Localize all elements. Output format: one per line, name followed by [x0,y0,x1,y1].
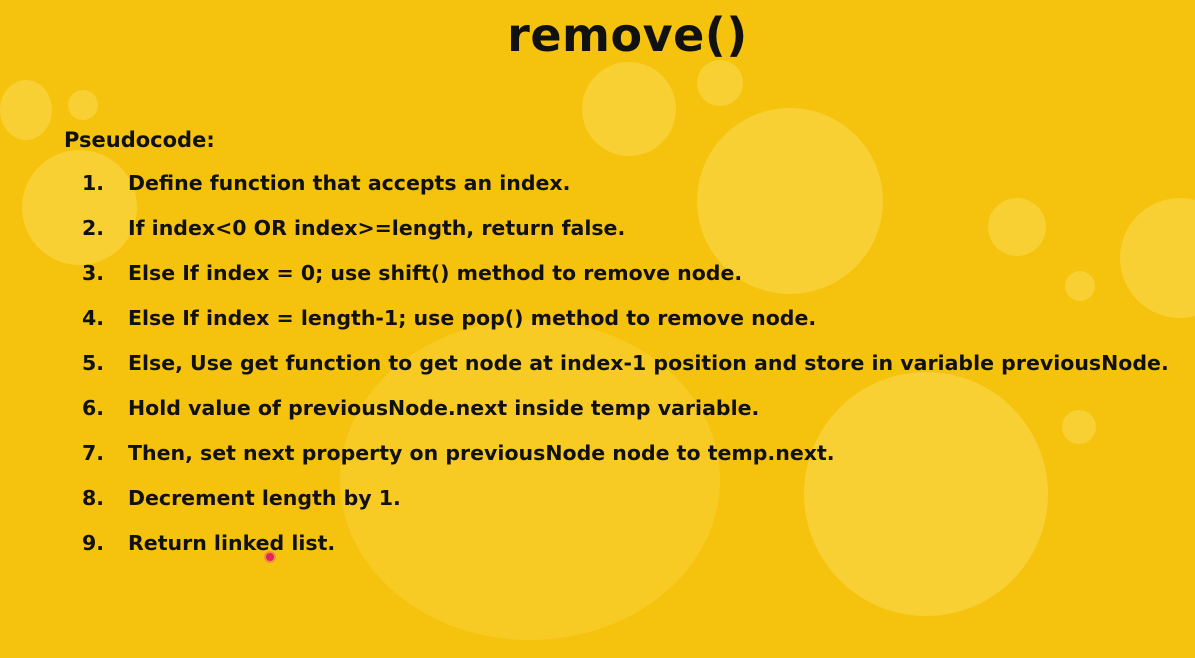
step-number: 8. [82,486,105,510]
step-item: 6. Hold value of previousNode.next insid… [82,396,1172,441]
step-item: 4. Else If index = length-1; use pop() m… [82,306,1172,351]
step-number: 4. [82,306,105,330]
step-item: 3. Else If index = 0; use shift() method… [82,261,1172,306]
step-text: If index<0 OR index>=length, return fals… [128,216,626,240]
step-text: Decrement length by 1. [128,486,401,510]
step-text: Else If index = length-1; use pop() meth… [128,306,817,330]
step-text: Else If index = 0; use shift() method to… [128,261,743,285]
pseudocode-steps: 1. Define function that accepts an index… [82,171,1172,576]
step-number: 6. [82,396,105,420]
step-text: Return linked list. [128,531,336,555]
step-number: 7. [82,441,105,465]
step-item: 2. If index<0 OR index>=length, return f… [82,216,1172,261]
step-number: 9. [82,531,105,555]
step-item: 5. Else, Use get function to get node at… [82,351,1172,396]
step-text: Define function that accepts an index. [128,171,571,195]
step-number: 2. [82,216,105,240]
step-item: 8. Decrement length by 1. [82,486,1172,531]
step-item: 7. Then, set next property on previousNo… [82,441,1172,486]
step-number: 1. [82,171,105,195]
step-item: 1. Define function that accepts an index… [82,171,1172,216]
step-item: 9. Return linked list. [82,531,1172,576]
step-text: Hold value of previousNode.next inside t… [128,396,760,420]
slide-title: remove() [507,8,748,62]
step-text: Else, Use get function to get node at in… [128,351,1169,375]
pointer-cursor-icon [266,553,274,561]
step-number: 5. [82,351,105,375]
step-number: 3. [82,261,105,285]
pseudocode-heading: Pseudocode: [64,128,215,152]
step-text: Then, set next property on previousNode … [128,441,835,465]
